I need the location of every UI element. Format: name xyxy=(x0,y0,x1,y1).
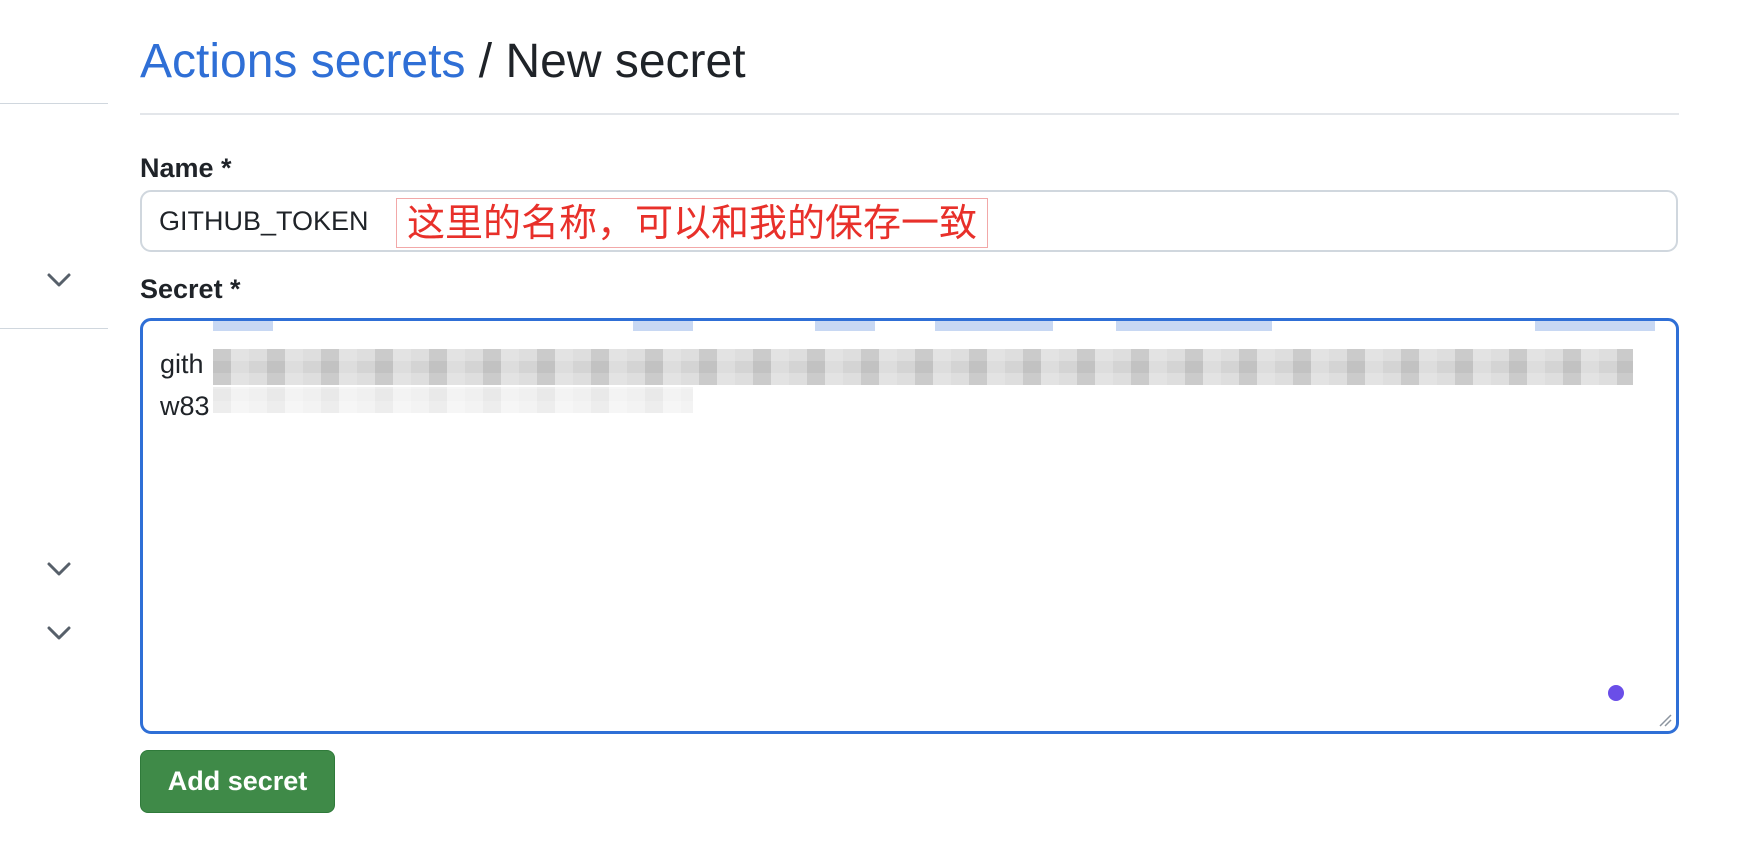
selection-highlight xyxy=(1535,321,1655,331)
secret-label: Secret * xyxy=(140,274,241,304)
selection-highlight xyxy=(213,321,273,331)
chevron-down-icon[interactable] xyxy=(46,561,72,577)
secret-line-2: w83 xyxy=(160,391,210,421)
add-secret-button[interactable]: Add secret xyxy=(140,750,335,813)
redacted-secret-block xyxy=(213,349,1633,385)
name-field[interactable]: 这里的名称，可以和我的保存一致 xyxy=(140,190,1678,252)
selection-highlight xyxy=(815,321,875,331)
name-label: Name * xyxy=(140,153,232,183)
secret-textarea[interactable]: gith w83 xyxy=(140,318,1679,734)
sidebar-divider-top xyxy=(0,103,108,104)
annotation-note: 这里的名称，可以和我的保存一致 xyxy=(396,198,989,248)
resize-handle-icon[interactable] xyxy=(1656,711,1672,727)
grammarly-icon[interactable] xyxy=(1608,685,1624,701)
selection-highlight xyxy=(935,321,1053,331)
chevron-down-icon[interactable] xyxy=(46,272,72,288)
breadcrumb-actions-secrets-link[interactable]: Actions secrets xyxy=(140,35,465,88)
breadcrumb-separator: / xyxy=(478,35,493,88)
selection-highlight xyxy=(633,321,693,331)
header-divider xyxy=(140,113,1679,115)
breadcrumb-current: New secret xyxy=(505,35,746,88)
secret-line-1: gith xyxy=(160,349,204,379)
page-title: Actions secrets / New secret xyxy=(140,30,746,94)
sidebar-divider-middle xyxy=(0,328,108,329)
redacted-secret-block xyxy=(213,387,693,413)
name-input[interactable] xyxy=(159,192,389,250)
chevron-down-icon[interactable] xyxy=(46,625,72,641)
selection-highlight xyxy=(1116,321,1272,331)
